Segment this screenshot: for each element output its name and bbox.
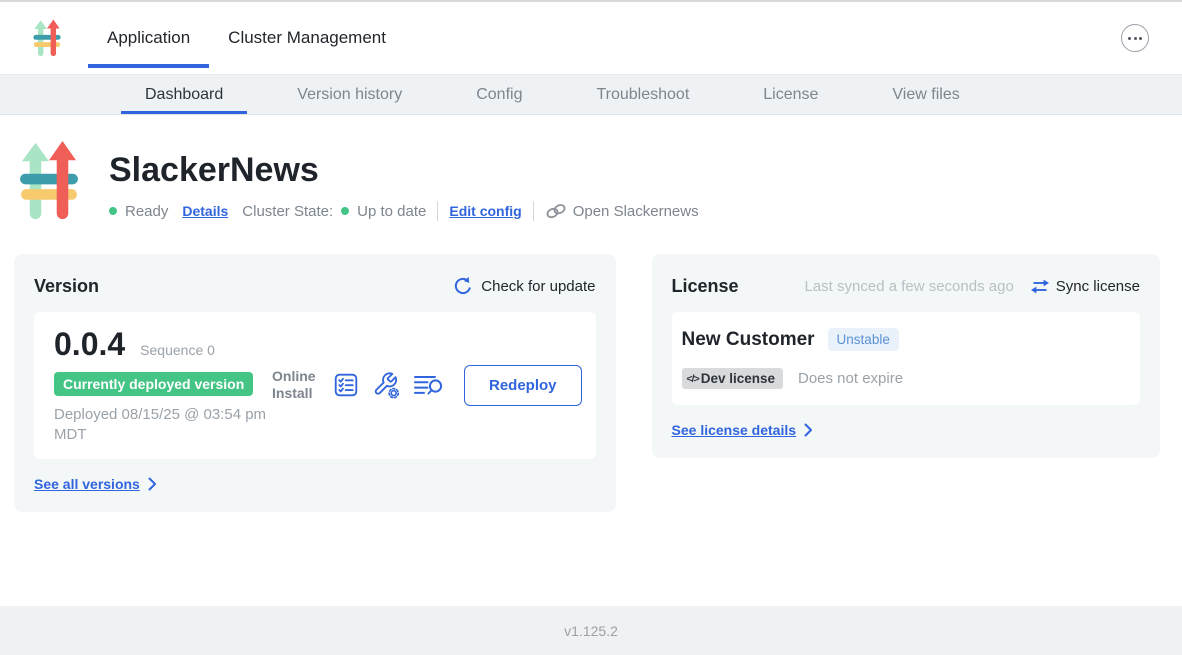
open-app-link-label: Open Slackernews (573, 203, 699, 220)
open-app-link[interactable]: Open Slackernews (545, 202, 699, 220)
redeploy-button[interactable]: Redeploy (464, 365, 582, 406)
view-logs-button[interactable] (413, 373, 444, 397)
tab-application-label: Application (107, 28, 190, 48)
tab-view-files-label: View files (892, 86, 959, 104)
tab-dashboard[interactable]: Dashboard (121, 75, 247, 114)
app-status-row: Ready Details Cluster State: Up to date … (109, 201, 699, 221)
see-license-details-link[interactable]: See license details (672, 422, 1140, 438)
tab-troubleshoot[interactable]: Troubleshoot (572, 75, 713, 114)
tab-view-files[interactable]: View files (868, 75, 983, 114)
divider (533, 201, 534, 221)
tab-cluster-management[interactable]: Cluster Management (209, 2, 405, 74)
link-chain-icon (545, 202, 567, 220)
page-title: SlackerNews (109, 151, 699, 190)
chevron-right-icon (148, 477, 157, 491)
console-footer: v1.125.2 (0, 606, 1182, 655)
tab-license[interactable]: License (739, 75, 842, 114)
license-last-synced: Last synced a few seconds ago (804, 278, 1013, 295)
license-details-panel: New Customer Unstable </> Dev license Do… (672, 312, 1140, 405)
version-card: Version Check for update 0.0.4 Sequence … (14, 254, 616, 512)
see-license-details-label: See license details (672, 422, 797, 438)
install-type-label: Online Install (272, 368, 320, 403)
cluster-state-dot (341, 207, 349, 215)
app-logo-icon (33, 19, 61, 57)
log-search-icon (413, 373, 444, 397)
console-version: v1.125.2 (564, 623, 618, 639)
deployed-badge: Currently deployed version (54, 372, 253, 396)
tab-config[interactable]: Config (452, 75, 546, 114)
version-sequence: Sequence 0 (140, 342, 215, 358)
check-for-update-label: Check for update (481, 278, 595, 295)
app-sub-nav: Dashboard Version history Config Trouble… (0, 75, 1182, 115)
refresh-icon (453, 276, 473, 296)
license-card-title: License (672, 276, 739, 297)
customer-name: New Customer (682, 329, 815, 351)
check-for-update-link[interactable]: Check for update (453, 276, 595, 296)
sync-arrows-icon (1030, 278, 1050, 295)
tab-version-history-label: Version history (297, 86, 402, 104)
overflow-menu-button[interactable] (1121, 24, 1149, 52)
cluster-state-label: Cluster State: (242, 203, 333, 220)
top-nav: Application Cluster Management (0, 2, 1182, 75)
config-tools-button[interactable] (372, 371, 400, 399)
channel-badge: Unstable (828, 328, 899, 351)
preflight-checks-button[interactable] (333, 372, 359, 398)
tab-version-history[interactable]: Version history (273, 75, 426, 114)
sync-license-link[interactable]: Sync license (1030, 278, 1140, 295)
license-card: License Last synced a few seconds ago Sy… (652, 254, 1160, 458)
license-expiration: Does not expire (798, 370, 903, 387)
see-all-versions-link[interactable]: See all versions (34, 476, 596, 492)
app-logo-large-icon (20, 140, 78, 221)
wrench-gear-icon (372, 371, 400, 399)
sync-license-label: Sync license (1056, 278, 1140, 295)
see-all-versions-label: See all versions (34, 476, 140, 492)
tab-application[interactable]: Application (88, 2, 209, 74)
checklist-icon (333, 372, 359, 398)
code-icon: </> (687, 373, 699, 385)
version-number: 0.0.4 (54, 326, 125, 363)
chevron-right-icon (804, 423, 813, 437)
app-header: SlackerNews Ready Details Cluster State:… (14, 140, 1160, 221)
dashboard-cards: Version Check for update 0.0.4 Sequence … (14, 254, 1160, 512)
current-version-panel: 0.0.4 Sequence 0 Currently deployed vers… (34, 312, 596, 459)
divider (437, 201, 438, 221)
deployed-timestamp: Deployed 08/15/25 @ 03:54 pm MDT (54, 405, 272, 444)
license-type-badge: </> Dev license (682, 368, 783, 389)
version-card-title: Version (34, 276, 99, 297)
app-status-dot (109, 207, 117, 215)
status-details-link[interactable]: Details (182, 203, 228, 219)
tab-config-label: Config (476, 86, 522, 104)
edit-config-link[interactable]: Edit config (449, 203, 521, 219)
tab-cluster-management-label: Cluster Management (228, 28, 386, 48)
app-status-text: Ready (125, 203, 168, 220)
top-nav-tabs: Application Cluster Management (88, 2, 405, 74)
cluster-state-value: Up to date (357, 203, 426, 220)
tab-troubleshoot-label: Troubleshoot (596, 86, 689, 104)
tab-dashboard-label: Dashboard (145, 86, 223, 104)
dashboard-content: SlackerNews Ready Details Cluster State:… (0, 115, 1182, 606)
license-type-label: Dev license (701, 371, 775, 386)
tab-license-label: License (763, 86, 818, 104)
ellipsis-icon (1128, 37, 1131, 40)
